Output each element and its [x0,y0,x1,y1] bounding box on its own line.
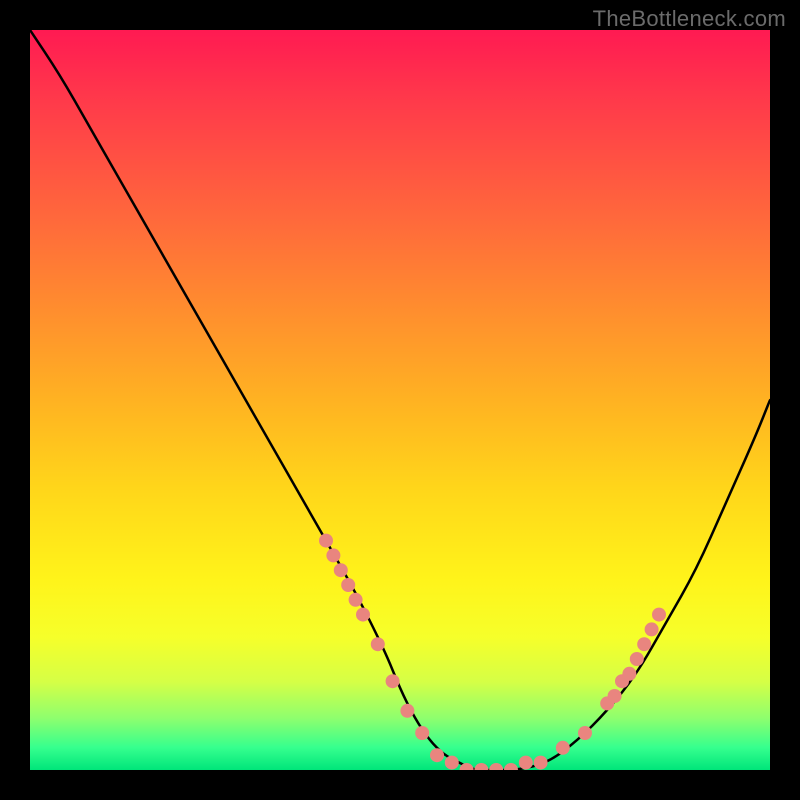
chart-frame: TheBottleneck.com [0,0,800,800]
highlight-dot [556,741,570,755]
highlight-dot [578,726,592,740]
highlight-dot [622,667,636,681]
highlight-dot [474,763,488,770]
highlight-dot [519,756,533,770]
highlight-dot [319,534,333,548]
highlight-dot [430,748,444,762]
highlight-dot [386,674,400,688]
curve-svg [30,30,770,770]
highlight-dot [534,756,548,770]
bottleneck-curve [30,30,770,770]
highlight-dot [356,608,370,622]
highlight-dot [341,578,355,592]
highlight-dot [326,548,340,562]
highlight-dot [415,726,429,740]
watermark-text: TheBottleneck.com [593,6,786,32]
highlight-dot [445,756,459,770]
plot-area [30,30,770,770]
highlight-dot [334,563,348,577]
highlight-dots [319,534,666,770]
highlight-dot [608,689,622,703]
highlight-dot [645,622,659,636]
highlight-dot [349,593,363,607]
highlight-dot [630,652,644,666]
highlight-dot [400,704,414,718]
highlight-dot [637,637,651,651]
highlight-dot [371,637,385,651]
highlight-dot [504,763,518,770]
highlight-dot [489,763,503,770]
highlight-dot [652,608,666,622]
